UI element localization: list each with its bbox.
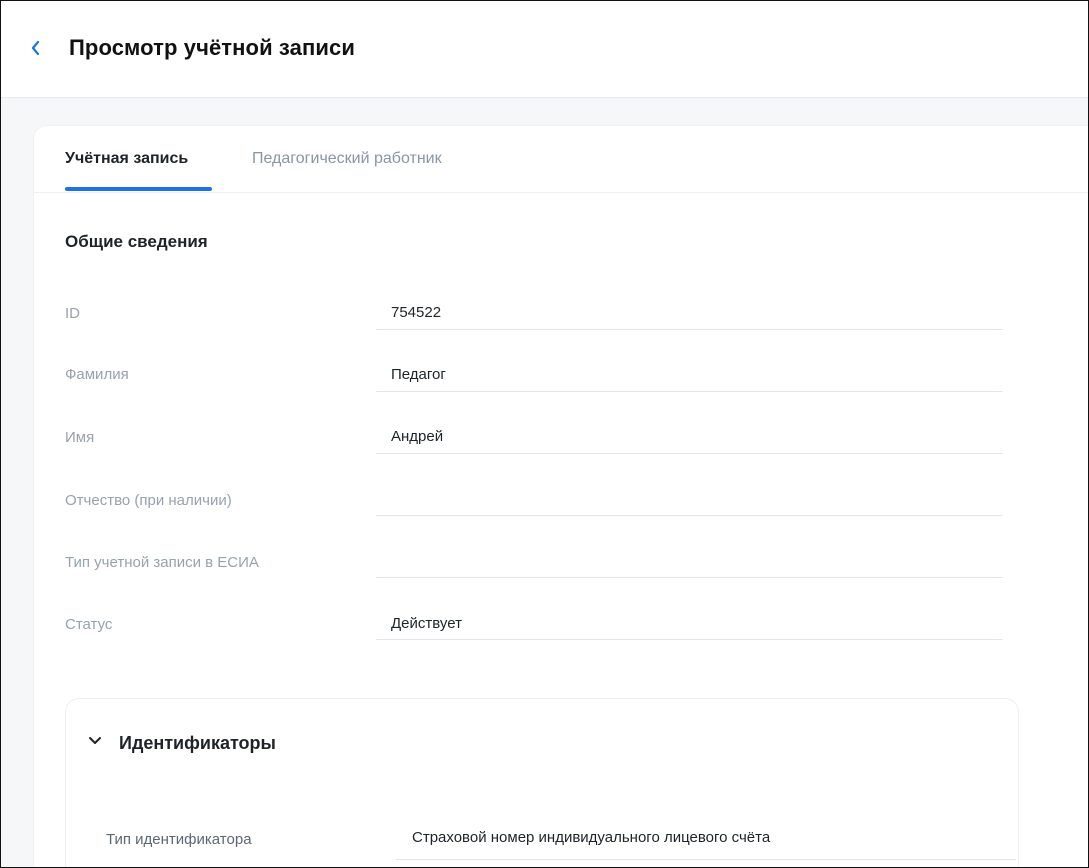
field-label-first-name: Имя — [65, 429, 95, 446]
identifiers-panel: Идентификаторы Тип идентификатора Страхо… — [65, 698, 1019, 867]
page-title: Просмотр учётной записи — [69, 35, 355, 60]
active-tab-indicator — [65, 187, 212, 191]
field-divider — [376, 639, 1003, 640]
field-label-esia-type: Тип учетной записи в ЕСИА — [65, 554, 259, 571]
field-divider — [376, 577, 1003, 578]
identifier-type-label: Тип идентификатора — [106, 831, 252, 848]
app-window: Просмотр учётной записи Учётная запись П… — [0, 0, 1089, 868]
field-divider — [396, 859, 1016, 860]
chevron-down-icon[interactable] — [88, 736, 102, 746]
field-label-last-name: Фамилия — [65, 366, 129, 383]
identifier-type-value: Страховой номер индивидуального лицевого… — [412, 829, 771, 846]
field-divider — [376, 391, 1003, 392]
tab-teacher[interactable]: Педагогический работник — [252, 150, 442, 168]
section-title-general: Общие сведения — [65, 232, 208, 251]
field-divider — [376, 329, 1003, 330]
field-label-status: Статус — [65, 616, 113, 633]
field-label-patronymic: Отчество (при наличии) — [65, 492, 232, 509]
field-value-status: Действует — [391, 615, 462, 632]
page-header: Просмотр учётной записи — [1, 1, 1088, 98]
tab-bar: Учётная запись Педагогический работник — [34, 126, 1088, 193]
field-divider — [376, 515, 1003, 516]
account-card: Учётная запись Педагогический работник О… — [33, 125, 1088, 867]
identifiers-title[interactable]: Идентификаторы — [119, 733, 276, 754]
field-value-first-name: Андрей — [391, 428, 444, 445]
field-divider — [376, 453, 1003, 454]
field-value-id: 754522 — [391, 304, 442, 321]
field-label-id: ID — [65, 305, 80, 322]
tab-account[interactable]: Учётная запись — [65, 150, 188, 168]
chevron-left-icon[interactable] — [27, 37, 45, 59]
field-value-last-name: Педагог — [391, 366, 446, 383]
